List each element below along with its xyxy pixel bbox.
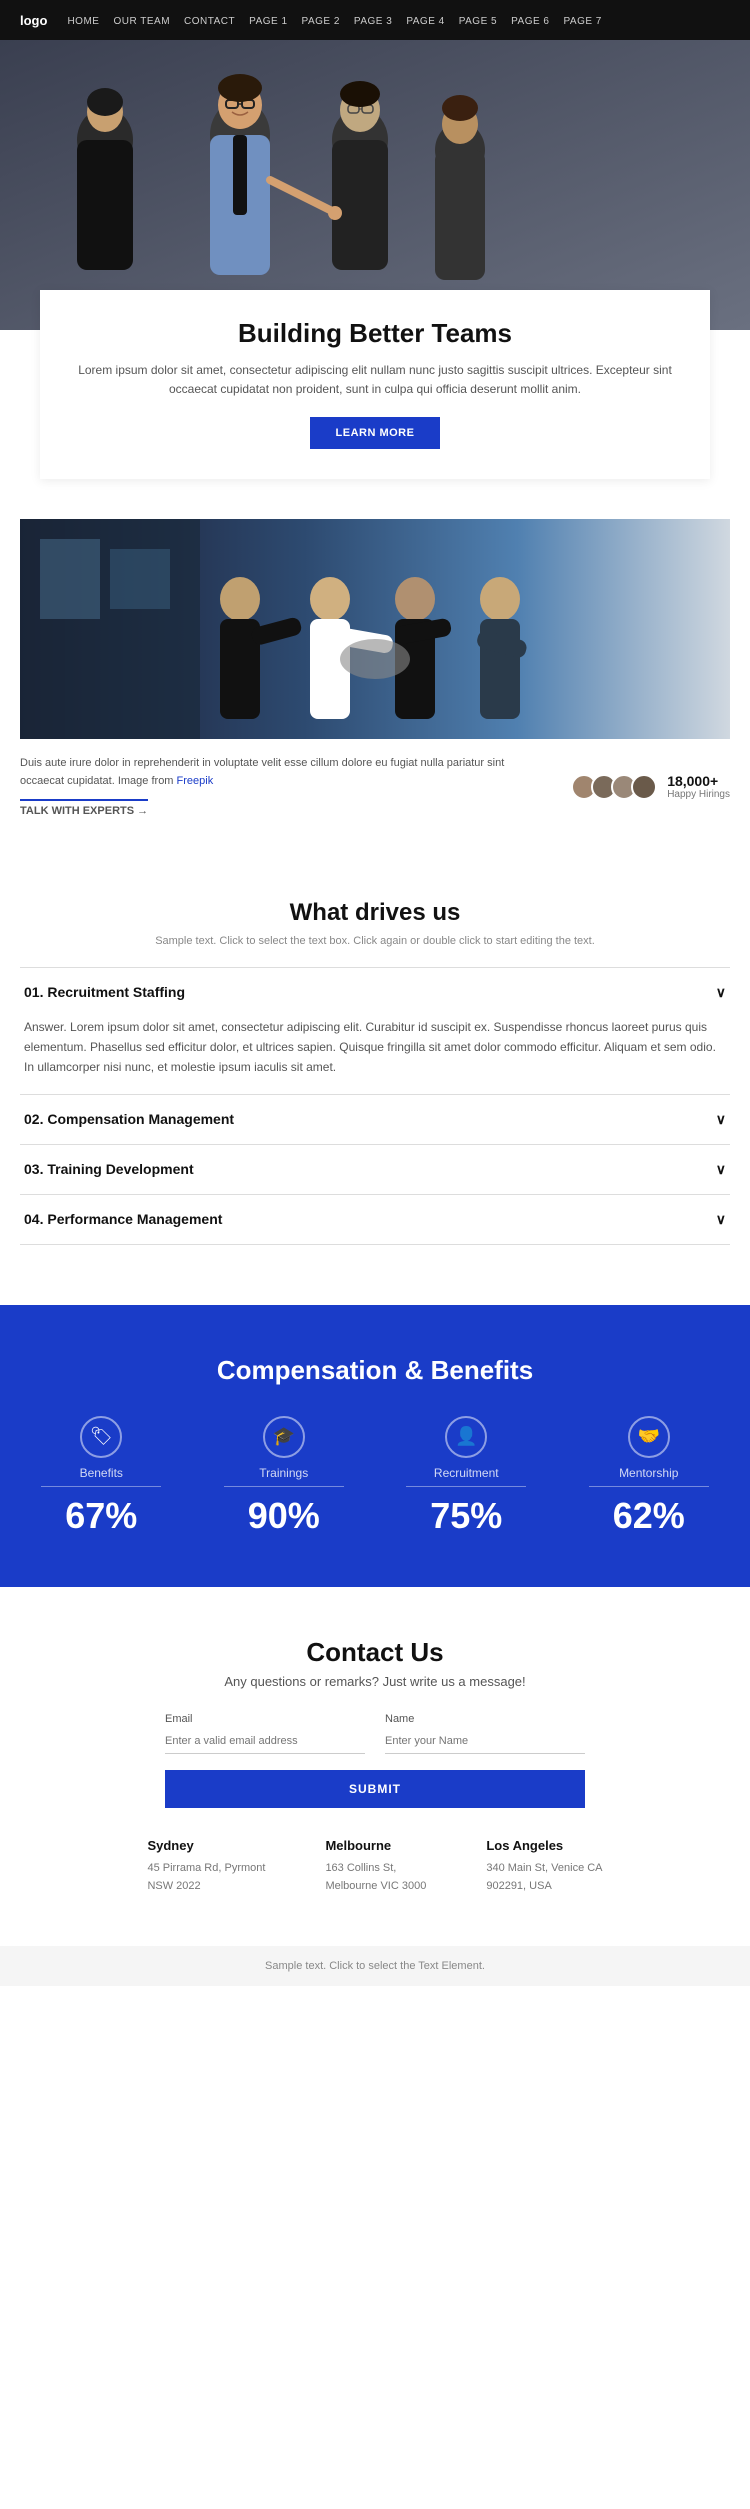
email-group: Email <box>165 1713 365 1754</box>
benefits-icon: 🏷 <box>80 1416 122 1458</box>
compensation-grid: 🏷 Benefits 67% 🎓 Trainings 90% 👤 Recruit… <box>20 1416 730 1537</box>
accordion-title-4: 04. Performance Management <box>24 1211 222 1227</box>
team-body-text: Duis aute irure dolor in reprehenderit i… <box>20 755 551 790</box>
intro-title: Building Better Teams <box>70 318 680 349</box>
accordion-arrow-3: ∨ <box>716 1161 726 1178</box>
footer: Sample text. Click to select the Text El… <box>0 1946 750 1986</box>
comp-item-mentorship: 🤝 Mentorship 62% <box>589 1416 709 1537</box>
office-sydney: Sydney 45 Pirrama Rd, Pyrmont NSW 2022 <box>147 1838 265 1896</box>
nav-contact[interactable]: CONTACT <box>184 16 235 27</box>
contact-tagline: Any questions or remarks? Just write us … <box>20 1674 730 1689</box>
team-image <box>20 519 730 739</box>
accordion-item-3: 03. Training Development ∨ <box>20 1144 730 1194</box>
mentorship-percent: 62% <box>589 1495 709 1537</box>
team-section: Duis aute irure dolor in reprehenderit i… <box>0 519 750 818</box>
intro-description: Lorem ipsum dolor sit amet, consectetur … <box>70 361 680 399</box>
name-input[interactable] <box>385 1729 585 1754</box>
accordion-arrow-1: ∨ <box>716 984 726 1001</box>
nav-page7[interactable]: PAGE 7 <box>563 16 601 27</box>
accordion-header-3[interactable]: 03. Training Development ∨ <box>20 1145 730 1194</box>
nav-our-team[interactable]: OUR TEAM <box>113 16 170 27</box>
name-group: Name <box>385 1713 585 1754</box>
compensation-section: Compensation & Benefits 🏷 Benefits 67% 🎓… <box>0 1305 750 1587</box>
office-address-melbourne: 163 Collins St, Melbourne VIC 3000 <box>325 1859 426 1896</box>
avatar <box>631 774 657 800</box>
recruitment-percent: 75% <box>406 1495 526 1537</box>
offices: Sydney 45 Pirrama Rd, Pyrmont NSW 2022 M… <box>20 1838 730 1896</box>
nav-page3[interactable]: PAGE 3 <box>354 16 392 27</box>
nav-page6[interactable]: PAGE 6 <box>511 16 549 27</box>
office-city-melbourne: Melbourne <box>325 1838 426 1853</box>
office-city-la: Los Angeles <box>486 1838 602 1853</box>
nav-page4[interactable]: PAGE 4 <box>406 16 444 27</box>
contact-form: Email Name <box>165 1713 585 1754</box>
intro-card: Building Better Teams Lorem ipsum dolor … <box>40 290 710 479</box>
trainings-icon: 🎓 <box>263 1416 305 1458</box>
freepik-link[interactable]: Freepik <box>177 775 214 787</box>
name-label: Name <box>385 1713 585 1725</box>
trainings-label: Trainings <box>224 1466 344 1487</box>
accordion-item-2: 02. Compensation Management ∨ <box>20 1094 730 1144</box>
nav-page2[interactable]: PAGE 2 <box>302 16 340 27</box>
nav-home[interactable]: HOME <box>67 16 99 27</box>
accordion-title-1: 01. Recruitment Staffing <box>24 984 185 1000</box>
recruitment-label: Recruitment <box>406 1466 526 1487</box>
accordion-header-1[interactable]: 01. Recruitment Staffing ∨ <box>20 968 730 1017</box>
contact-title: Contact Us <box>20 1637 730 1668</box>
submit-button[interactable]: SUBMIT <box>165 1770 585 1808</box>
stats-label: Happy Hirings <box>667 789 730 800</box>
nav-logo[interactable]: logo <box>20 13 47 28</box>
team-info: Duis aute irure dolor in reprehenderit i… <box>20 755 730 818</box>
office-melbourne: Melbourne 163 Collins St, Melbourne VIC … <box>325 1838 426 1896</box>
talk-with-experts-link[interactable]: TALK WITH EXPERTS → <box>20 799 148 817</box>
what-drives-title: What drives us <box>20 899 730 927</box>
nav-page5[interactable]: PAGE 5 <box>459 16 497 27</box>
comp-item-benefits: 🏷 Benefits 67% <box>41 1416 161 1537</box>
recruitment-icon: 👤 <box>445 1416 487 1458</box>
office-city-sydney: Sydney <box>147 1838 265 1853</box>
benefits-percent: 67% <box>41 1495 161 1537</box>
office-address-sydney: 45 Pirrama Rd, Pyrmont NSW 2022 <box>147 1859 265 1896</box>
comp-item-recruitment: 👤 Recruitment 75% <box>406 1416 526 1537</box>
hero-image <box>0 40 750 330</box>
mentorship-label: Mentorship <box>589 1466 709 1487</box>
benefits-label: Benefits <box>41 1466 161 1487</box>
learn-more-button[interactable]: LEARN MORE <box>310 417 440 449</box>
stats-text: 18,000+ Happy Hirings <box>667 773 730 800</box>
compensation-title: Compensation & Benefits <box>20 1355 730 1386</box>
accordion-item-1: 01. Recruitment Staffing ∨ Answer. Lorem… <box>20 967 730 1094</box>
mentorship-icon: 🤝 <box>628 1416 670 1458</box>
accordion-title-2: 02. Compensation Management <box>24 1111 234 1127</box>
email-input[interactable] <box>165 1729 365 1754</box>
office-address-la: 340 Main St, Venice CA 902291, USA <box>486 1859 602 1896</box>
accordion-item-4: 04. Performance Management ∨ <box>20 1194 730 1245</box>
team-text-block: Duis aute irure dolor in reprehenderit i… <box>20 755 571 818</box>
accordion-title-3: 03. Training Development <box>24 1161 194 1177</box>
accordion-arrow-2: ∨ <box>716 1111 726 1128</box>
accordion-header-2[interactable]: 02. Compensation Management ∨ <box>20 1095 730 1144</box>
team-stats: 18,000+ Happy Hirings <box>571 773 730 800</box>
comp-item-trainings: 🎓 Trainings 90% <box>224 1416 344 1537</box>
accordion-header-4[interactable]: 04. Performance Management ∨ <box>20 1195 730 1244</box>
avatars-group <box>571 774 657 800</box>
accordion-body-1: Answer. Lorem ipsum dolor sit amet, cons… <box>20 1017 730 1094</box>
office-la: Los Angeles 340 Main St, Venice CA 90229… <box>486 1838 602 1896</box>
stats-number: 18,000+ <box>667 773 730 789</box>
accordion-arrow-4: ∨ <box>716 1211 726 1228</box>
contact-section: Contact Us Any questions or remarks? Jus… <box>0 1587 750 1946</box>
navbar: logo HOME OUR TEAM CONTACT PAGE 1 PAGE 2… <box>0 0 750 40</box>
email-label: Email <box>165 1713 365 1725</box>
accordion: 01. Recruitment Staffing ∨ Answer. Lorem… <box>20 967 730 1245</box>
nav-page1[interactable]: PAGE 1 <box>249 16 287 27</box>
what-drives-subtitle: Sample text. Click to select the text bo… <box>20 935 730 947</box>
trainings-percent: 90% <box>224 1495 344 1537</box>
footer-text: Sample text. Click to select the Text El… <box>20 1960 730 1972</box>
nav-links: HOME OUR TEAM CONTACT PAGE 1 PAGE 2 PAGE… <box>67 11 601 29</box>
what-drives-section: What drives us Sample text. Click to sel… <box>0 869 750 1275</box>
